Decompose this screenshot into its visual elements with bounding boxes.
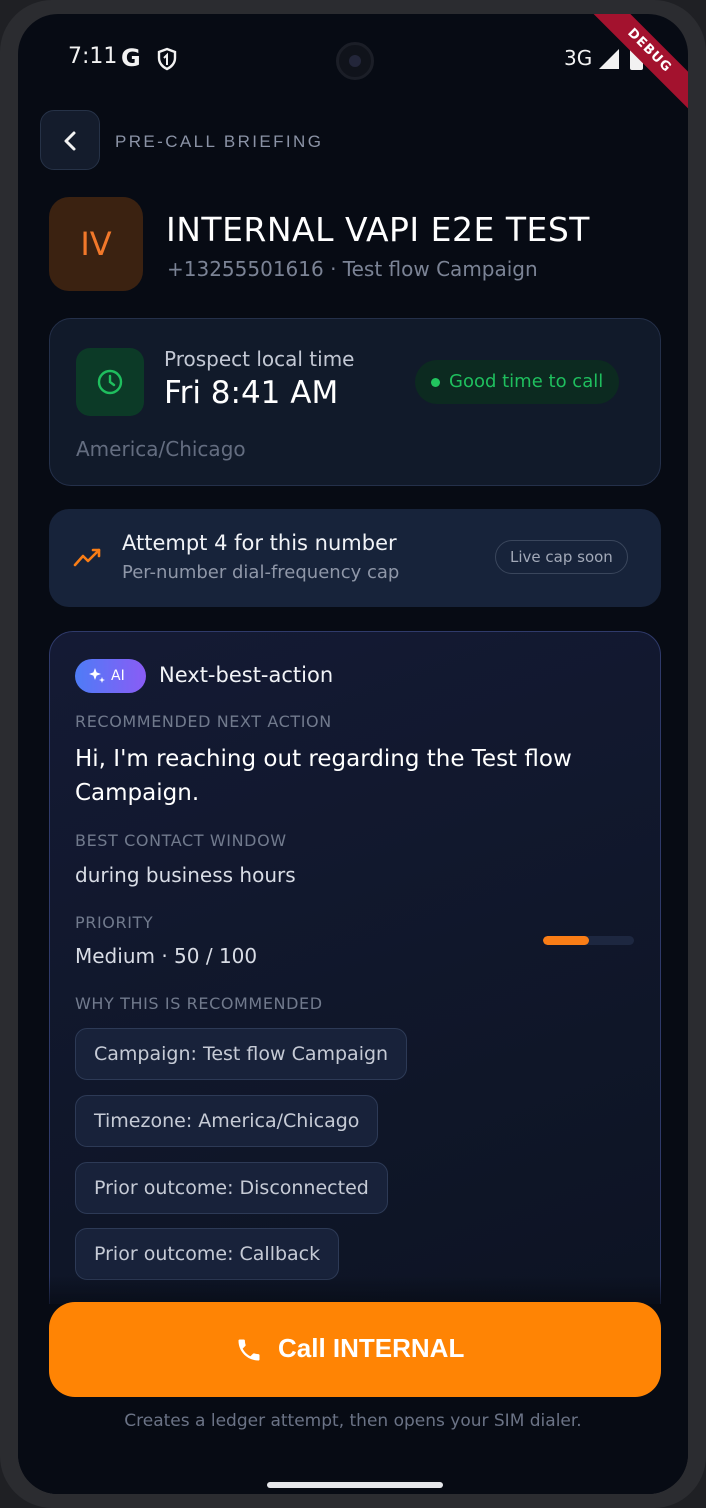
reason-chip: Campaign: Test flow Campaign (75, 1028, 408, 1080)
reason-chip: Timezone: America/Chicago (75, 1095, 379, 1147)
attempt-subtitle: Per-number dial-frequency cap (122, 562, 400, 583)
footer-note: Creates a ledger attempt, then opens you… (124, 1411, 582, 1431)
ai-badge-label: AI (111, 668, 125, 684)
local-time-label: Prospect local time (164, 347, 355, 371)
contact-name: INTERNAL VAPI E2E TEST (166, 210, 590, 249)
recommended-label: RECOMMENDED NEXT ACTION (75, 712, 332, 731)
priority-value: Medium · 50 / 100 (75, 944, 258, 968)
local-time-card: Prospect local time Fri 8:41 AM Good tim… (49, 318, 661, 486)
priority-progress-fill (543, 936, 589, 945)
clock-icon-box (76, 348, 144, 416)
shield-icon (157, 47, 177, 71)
screen: 7:11 G 3G DEBUG PRE-CALL BRIEFING IV INT… (18, 14, 688, 1494)
recommended-text: Hi, I'm reaching out regarding the Test … (75, 746, 572, 806)
reason-chip: Prior outcome: Callback (75, 1228, 340, 1280)
avatar: IV (49, 197, 143, 291)
live-cap-badge: Live cap soon (495, 540, 628, 574)
sparkle-icon (89, 668, 105, 683)
timezone-label: America/Chicago (76, 437, 246, 461)
contact-window-value: during business hours (75, 863, 296, 887)
call-button[interactable]: Call INTERNAL (49, 1302, 661, 1397)
local-time-value: Fri 8:41 AM (164, 375, 339, 411)
chevron-left-icon (64, 131, 76, 151)
page-title: PRE-CALL BRIEFING (115, 132, 324, 151)
call-timing-badge: Good time to call (415, 360, 620, 404)
google-icon: G (121, 44, 141, 72)
clock-icon (97, 369, 123, 395)
signal-icon (599, 49, 619, 69)
home-indicator[interactable] (267, 1482, 443, 1488)
back-button[interactable] (40, 110, 100, 170)
device-frame: 7:11 G 3G DEBUG PRE-CALL BRIEFING IV INT… (0, 0, 706, 1508)
priority-progress-bar (543, 936, 634, 945)
contact-subtitle: +13255501616 · Test flow Campaign (167, 257, 538, 281)
priority-label: PRIORITY (75, 913, 154, 932)
attempt-title: Attempt 4 for this number (122, 531, 397, 555)
call-button-label: Call INTERNAL (278, 1333, 465, 1363)
front-camera (336, 42, 374, 80)
why-label: WHY THIS IS RECOMMENDED (75, 994, 323, 1013)
phone-icon (238, 1339, 260, 1361)
reason-chip: Prior outcome: Disconnected (75, 1162, 388, 1214)
status-bar: 7:11 G 3G DEBUG (18, 14, 688, 121)
next-best-action-title: Next-best-action (159, 663, 334, 687)
ai-badge: AI (75, 659, 146, 693)
status-time: 7:11 (68, 44, 118, 69)
network-type: 3G (564, 46, 593, 70)
contact-window-label: BEST CONTACT WINDOW (75, 831, 287, 850)
attempt-card: Attempt 4 for this number Per-number dia… (49, 509, 661, 607)
trend-up-icon (73, 548, 101, 567)
